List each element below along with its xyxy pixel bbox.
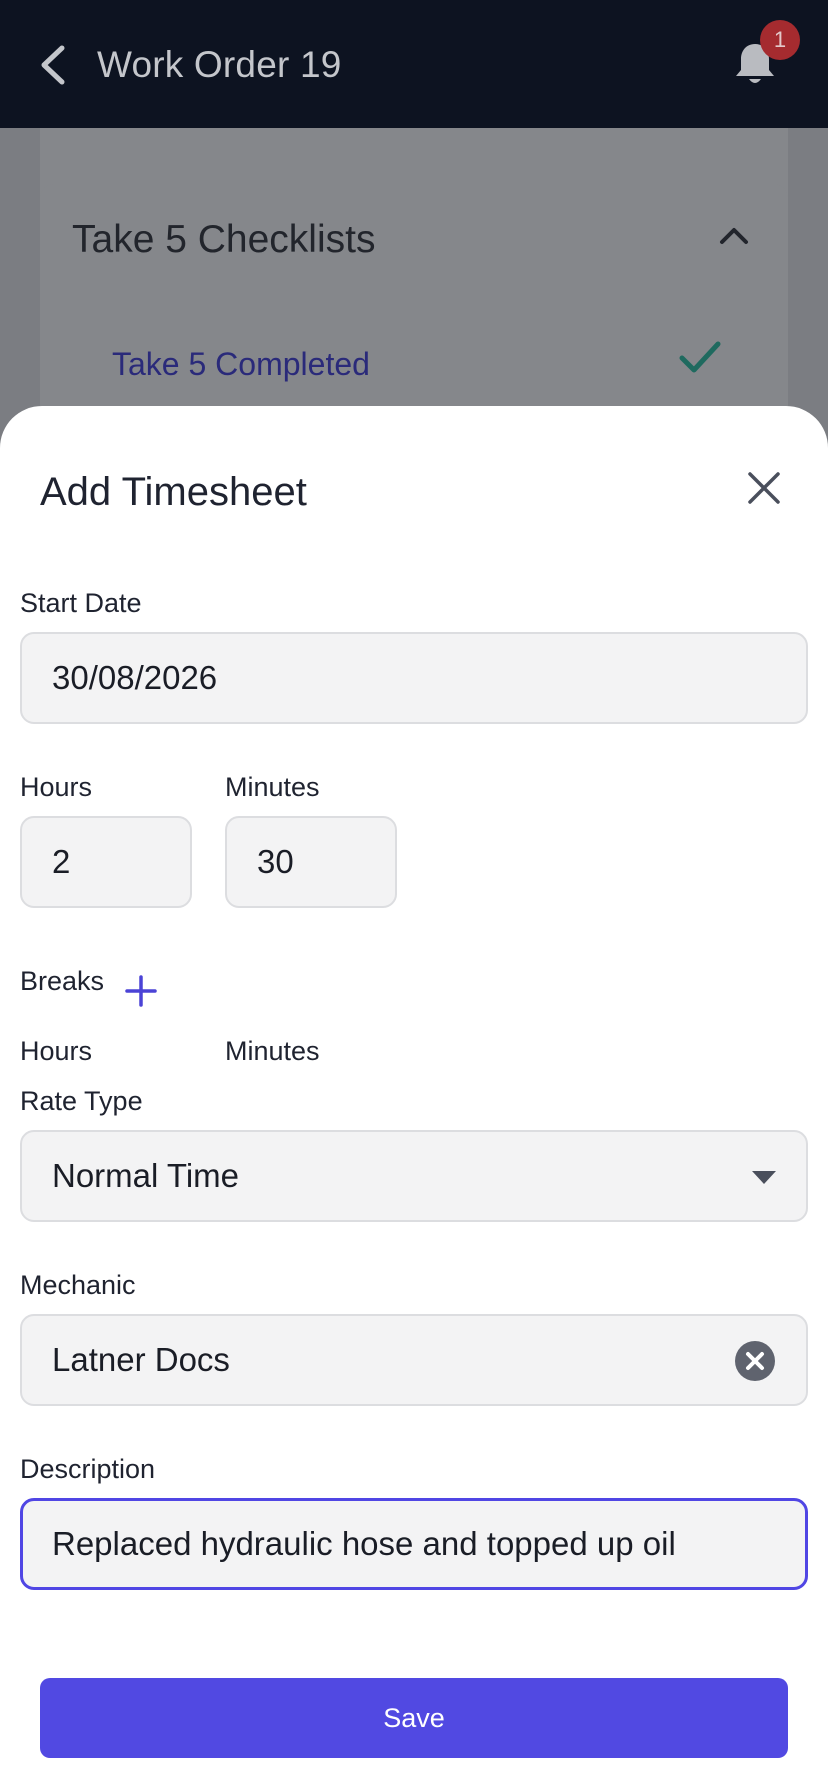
page-title: Work Order 19 (97, 44, 342, 85)
rate-type-label: Rate Type (20, 1086, 143, 1116)
sheet-title: Add Timesheet (40, 470, 307, 514)
minutes-field[interactable]: 30 (225, 816, 397, 908)
caret-down-icon (752, 1171, 776, 1184)
save-button[interactable]: Save (40, 1678, 788, 1758)
start-date-label: Start Date (20, 588, 142, 618)
start-date-field[interactable]: 30/08/2026 (20, 632, 808, 724)
checklist-item-label: Take 5 Completed (112, 346, 370, 382)
hours-field[interactable]: 2 (20, 816, 192, 908)
notification-badge: 1 (760, 20, 800, 60)
app-bar: Work Order 19 1 (0, 0, 828, 128)
breaks-label: Breaks (20, 966, 105, 996)
close-icon[interactable] (744, 468, 784, 508)
mechanic-label: Mechanic (20, 1270, 136, 1300)
hours-label: Hours (20, 772, 93, 802)
mechanic-field[interactable]: Latner Docs (20, 1314, 808, 1406)
break-minutes-label: Minutes (225, 1036, 320, 1066)
chevron-up-icon (720, 228, 748, 244)
minutes-label: Minutes (225, 772, 320, 802)
chevron-left-icon[interactable] (36, 42, 72, 88)
description-label: Description (20, 1454, 156, 1484)
break-hours-label: Hours (20, 1036, 93, 1066)
rate-type-select[interactable]: Normal Time (20, 1130, 808, 1222)
description-field[interactable]: Replaced hydraulic hose and topped up oi… (20, 1498, 808, 1590)
check-icon (679, 341, 721, 373)
plus-icon[interactable] (124, 974, 158, 1008)
card-title: Take 5 Checklists (72, 218, 376, 261)
add-timesheet-sheet: Add Timesheet Start Date 30/08/2026 Hour… (0, 406, 828, 1792)
clear-circle-icon[interactable] (734, 1340, 776, 1382)
